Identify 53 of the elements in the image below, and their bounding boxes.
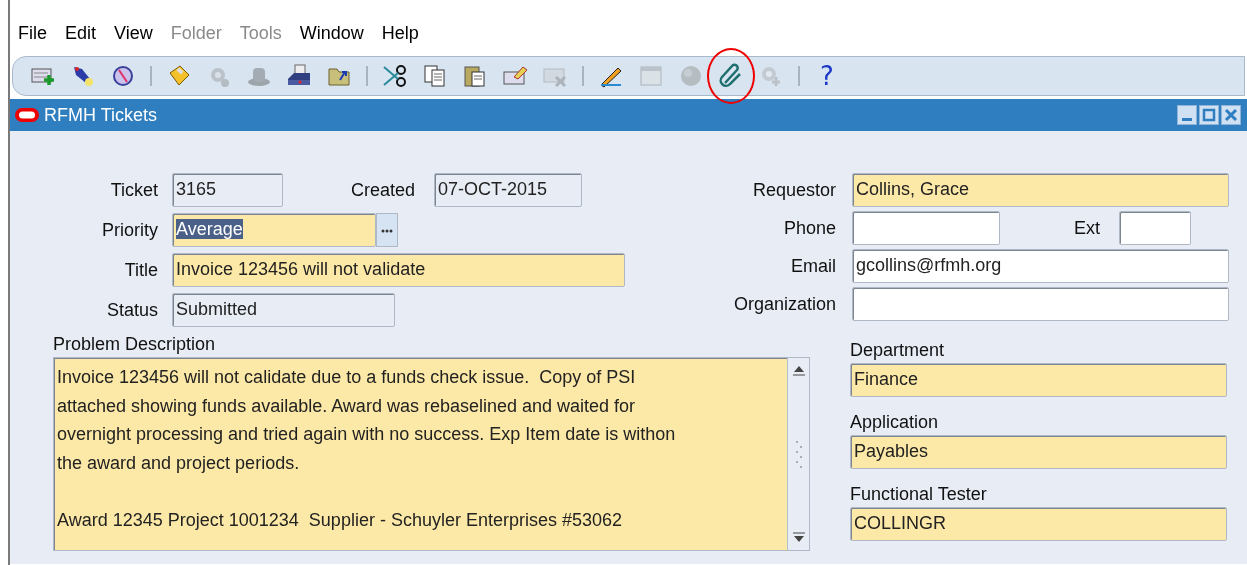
- minimize-button[interactable]: [1177, 105, 1197, 125]
- field-label: Requestor: [751, 179, 836, 202]
- input-field[interactable]: 3165: [172, 173, 283, 207]
- field-label: Problem Description: [53, 333, 217, 356]
- minimize-icon: [1182, 117, 1192, 121]
- field-label: Functional Tester: [850, 483, 988, 506]
- maximize-icon: [1202, 108, 1216, 122]
- field-label: Title: [123, 259, 158, 282]
- scrollbar[interactable]: [787, 358, 809, 550]
- text-area[interactable]: Invoice 123456 will not calidate due to a funds check issue. Copy of PSI attached showing funds available. Award was rebaselined and waited for overnight processing and tried again with no success. Exp Item date is withon the award and project periods. Award 12345 Project 1001234 Supplier - Schuyler Enterprises #53062: [53, 357, 810, 551]
- field-label: Phone: [782, 217, 836, 240]
- field-label: Application: [850, 411, 940, 434]
- input-field[interactable]: Finance: [850, 363, 1227, 397]
- window-title: RFMH Tickets: [44, 103, 157, 127]
- ellipsis-icon: [381, 228, 393, 233]
- field-label: Status: [105, 299, 158, 322]
- paperclip-icon: [718, 63, 744, 89]
- close-icon: [1224, 108, 1238, 122]
- input-field[interactable]: Payables: [850, 435, 1227, 469]
- input-field[interactable]: gcollins@rfmh.org: [852, 249, 1229, 283]
- field-label: Department: [850, 339, 946, 362]
- menu-item[interactable]: View: [114, 20, 169, 50]
- input-field[interactable]: Submitted: [172, 293, 395, 327]
- copy-icon: [422, 63, 448, 89]
- logo-icon: [14, 107, 40, 123]
- input-field[interactable]: Average: [172, 213, 376, 247]
- cut-icon: [382, 63, 408, 89]
- menu-item[interactable]: Edit: [65, 20, 113, 50]
- field-label: Priority: [101, 219, 158, 242]
- input-field[interactable]: [1119, 211, 1191, 245]
- input-field[interactable]: [852, 287, 1229, 321]
- input-field[interactable]: 07-OCT-2015: [434, 173, 582, 207]
- input-field[interactable]: Invoice 123456 will not validate: [172, 253, 625, 287]
- window-icon: [638, 63, 664, 89]
- field-label: Ticket: [109, 179, 158, 202]
- clipboard-icon: [462, 63, 488, 89]
- lov-button[interactable]: [376, 213, 398, 247]
- field-label: Email: [790, 255, 836, 278]
- input-field[interactable]: Collins, Grace: [852, 173, 1229, 207]
- help-button[interactable]: ?: [809, 61, 845, 91]
- grip-icon: [793, 439, 804, 469]
- dial-icon: [110, 63, 136, 89]
- menu-item[interactable]: Window: [299, 20, 380, 50]
- input-field[interactable]: [852, 211, 1000, 245]
- input-field[interactable]: COLLINGR: [850, 507, 1227, 541]
- close-button[interactable]: [1221, 105, 1241, 125]
- menu-item[interactable]: File: [18, 20, 63, 50]
- maximize-button[interactable]: [1199, 105, 1219, 125]
- menu-item[interactable]: Help: [381, 20, 435, 50]
- field-label: Organization: [732, 293, 836, 316]
- field-label: Created: [349, 179, 415, 202]
- globe-icon: [678, 63, 704, 89]
- field-label: Ext: [1073, 217, 1100, 240]
